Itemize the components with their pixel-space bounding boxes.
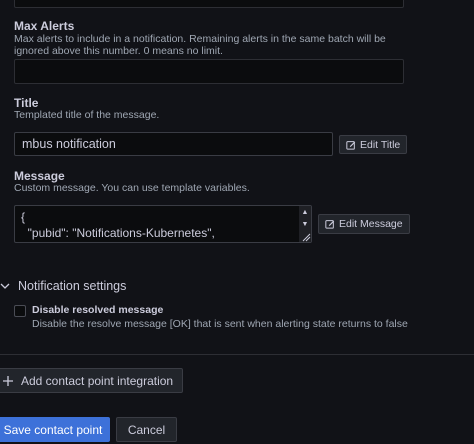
cancel-button[interactable]: Cancel: [116, 417, 177, 442]
edit-message-label: Edit Message: [339, 218, 403, 230]
notification-settings-header: Notification settings: [18, 279, 127, 293]
plus-icon: [3, 375, 13, 386]
disable-resolved-checkbox[interactable]: [14, 305, 26, 317]
scroll-down-arrow-icon[interactable]: ▼: [299, 219, 311, 229]
edit-title-button[interactable]: Edit Title: [339, 135, 408, 154]
max-alerts-input[interactable]: [14, 59, 404, 84]
disable-resolved-description: Disable the resolve message [OK] that is…: [32, 318, 408, 330]
pencil-square-icon: [346, 140, 356, 150]
edit-message-button[interactable]: Edit Message: [318, 214, 410, 234]
title-description: Templated title of the message.: [14, 109, 160, 121]
message-line-2: "pubid": "Notifications-Kubernetes",: [21, 226, 215, 240]
notification-settings-toggle[interactable]: Notification settings: [0, 279, 126, 293]
pencil-square-icon: [325, 220, 335, 229]
save-contact-point-button[interactable]: Save contact point: [0, 417, 110, 442]
message-label: Message: [14, 169, 65, 183]
contact-point-form: Max Alerts Max alerts to include in a no…: [0, 0, 474, 444]
message-description: Custom message. You can use template var…: [14, 182, 250, 194]
title-label: Title: [14, 96, 39, 110]
message-textarea[interactable]: { "pubid": "Notifications-Kubernetes",: [14, 205, 312, 243]
add-contact-point-integration-button[interactable]: Add contact point integration: [0, 368, 183, 393]
divider: [0, 354, 474, 355]
scroll-up-arrow-icon[interactable]: ▲: [299, 207, 311, 217]
title-input[interactable]: mbus notification: [14, 132, 333, 156]
message-line-1: {: [21, 210, 26, 224]
max-alerts-label: Max Alerts: [14, 19, 75, 33]
edit-title-label: Edit Title: [360, 138, 401, 151]
resize-handle-icon[interactable]: [299, 232, 311, 242]
add-integration-label: Add contact point integration: [21, 373, 174, 388]
previous-field-input[interactable]: [14, 0, 404, 8]
disable-resolved-label[interactable]: Disable resolved message: [32, 304, 163, 316]
max-alerts-description-line2: ignored above this number. 0 means no li…: [14, 45, 223, 57]
chevron-down-icon: [0, 283, 10, 289]
